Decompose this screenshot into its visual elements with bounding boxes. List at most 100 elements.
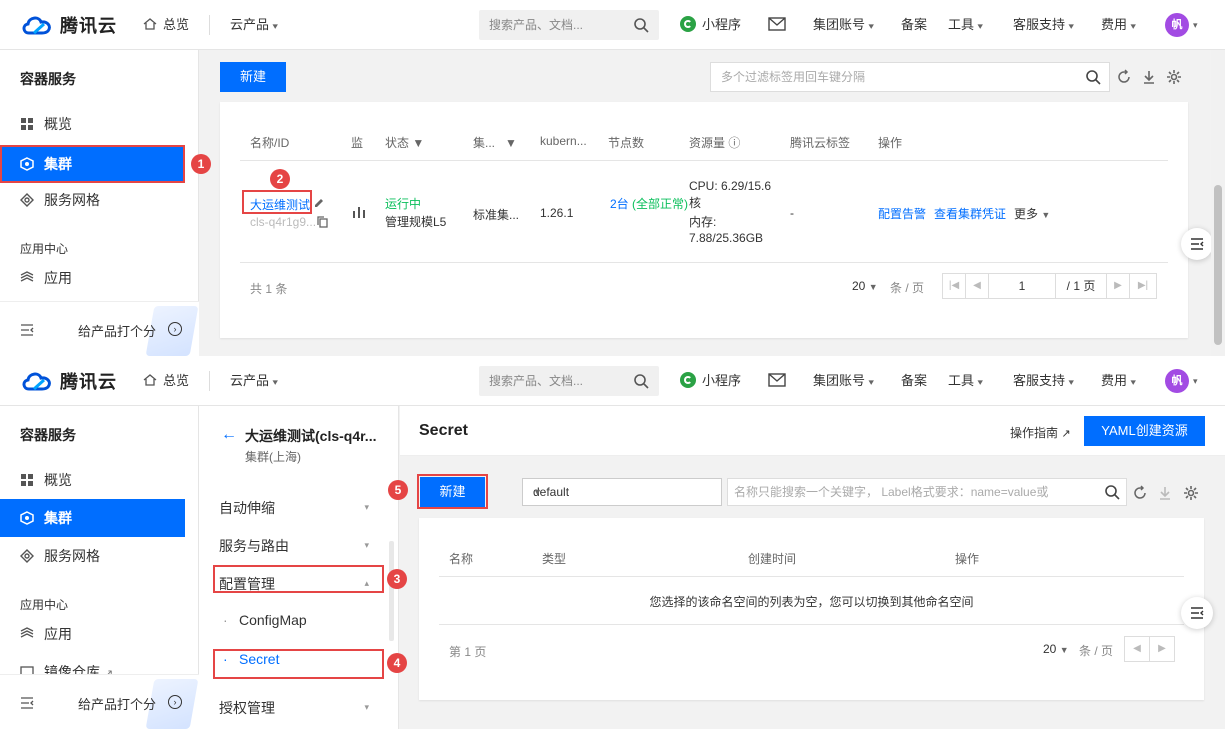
prev-page-button[interactable]: ◀ (965, 273, 989, 299)
nav-group-account[interactable]: 集团账号 ▾ (813, 0, 874, 50)
monitor-chart-icon[interactable] (352, 206, 366, 218)
next-page-button[interactable]: ▶ (1106, 273, 1130, 299)
arrow-right-circle-icon[interactable]: › (168, 695, 182, 709)
back-arrow-icon[interactable]: ← (221, 426, 237, 444)
download-icon[interactable] (1141, 69, 1157, 85)
menu-configmap[interactable]: ConfigMap (223, 612, 307, 628)
home-icon (143, 18, 157, 30)
first-page-button[interactable]: |◀ (942, 273, 966, 299)
node-state: (全部正常) (632, 197, 689, 211)
nav-group-account[interactable]: 集团账号 ▾ (813, 356, 874, 406)
nav-home[interactable]: 总览 (143, 0, 189, 50)
sidebar-item-app[interactable]: 应用 (0, 615, 185, 653)
page-scrollbar[interactable] (1211, 50, 1225, 356)
sidebar-item-overview[interactable]: 概览 (0, 105, 185, 143)
sidebar-item-label: 集群 (44, 156, 72, 172)
col-actions: 操作 (878, 136, 903, 150)
search-icon[interactable] (633, 17, 649, 33)
rate-product-link[interactable]: 给产品打个分 (78, 321, 156, 340)
filter-icon[interactable]: ▼ (412, 136, 424, 150)
grid-icon (21, 118, 33, 130)
config-alarm-link[interactable]: 配置告警 (878, 205, 926, 222)
yaml-create-button[interactable]: YAML创建资源 (1084, 416, 1205, 446)
page-size-select[interactable]: 20 ▼ (1043, 642, 1069, 656)
col-cluster-type[interactable]: 集... ▼ (473, 134, 517, 151)
nav-tools[interactable]: 工具 ▾ (948, 356, 983, 406)
view-credential-link[interactable]: 查看集群凭证 (934, 205, 1006, 222)
floating-menu-button[interactable] (1181, 228, 1213, 260)
nav-record[interactable]: 备案 (901, 356, 927, 406)
floating-menu-button[interactable] (1181, 597, 1213, 629)
cluster-id: cls-q4r1g9... (250, 215, 317, 229)
col-status[interactable]: 状态 ▼ (385, 134, 424, 151)
nav-products[interactable]: 云产品 ▾ (230, 356, 278, 406)
menu-autoscale[interactable]: 自动伸缩 ▾ (219, 498, 369, 518)
namespace-select[interactable]: default ▼ (522, 478, 722, 506)
info-icon[interactable]: ⓘ (728, 136, 740, 150)
nav-support[interactable]: 客服支持 ▾ (1013, 0, 1074, 50)
collapse-sidebar-icon[interactable] (20, 697, 34, 709)
nav-mini-program[interactable]: 小程序 (680, 0, 741, 50)
nav-fee[interactable]: 费用 ▾ (1101, 0, 1136, 50)
create-cluster-button[interactable]: 新建 (220, 62, 286, 92)
sidebar-item-cluster[interactable]: 集群 (0, 499, 185, 537)
copy-icon[interactable] (317, 216, 328, 228)
cluster-detail-region: 集群(上海) (245, 450, 301, 464)
nav-mail[interactable] (768, 356, 786, 406)
nav-fee[interactable]: 费用 ▾ (1101, 356, 1136, 406)
settings-icon[interactable] (1183, 485, 1199, 501)
global-search[interactable]: 搜索产品、文档... (479, 10, 659, 40)
rate-product-link[interactable]: 给产品打个分 (78, 694, 156, 713)
more-actions-label: 更多 (1014, 207, 1039, 221)
cluster-nodes[interactable]: 2台 (全部正常) (610, 195, 688, 212)
nav-mail[interactable] (768, 0, 786, 50)
guide-link[interactable]: 操作指南 ↗ (1010, 424, 1071, 441)
refresh-icon[interactable] (1132, 485, 1148, 501)
search-icon[interactable] (1104, 484, 1120, 500)
edit-icon[interactable] (313, 197, 325, 209)
page-size-select[interactable]: 20 ▼ (852, 279, 878, 293)
chevron-down-icon: ▾ (1068, 21, 1074, 31)
menu-label: 自动伸缩 (219, 500, 275, 516)
nav-products[interactable]: 云产品 ▾ (230, 0, 278, 50)
sidebar-item-overview[interactable]: 概览 (0, 461, 185, 499)
chevron-down-icon[interactable]: ▾ (1193, 0, 1198, 50)
nav-record[interactable]: 备案 (901, 0, 927, 50)
sidebar-item-app[interactable]: 应用 (0, 259, 185, 297)
menu-service-route[interactable]: 服务与路由 ▾ (219, 536, 369, 556)
tencent-cloud-logo[interactable]: 腾讯云 (20, 368, 117, 394)
prev-page-button[interactable]: ◀ (1124, 636, 1150, 662)
node-count[interactable]: 2台 (610, 197, 629, 211)
menu-scrollbar[interactable] (389, 541, 394, 641)
cluster-filter-input[interactable]: 多个过滤标签用回车键分隔 (710, 62, 1110, 92)
more-actions[interactable]: 更多 ▼ (1014, 205, 1050, 222)
download-icon[interactable] (1157, 485, 1173, 501)
sidebar-item-cluster[interactable]: 集群 (0, 145, 185, 183)
collapse-sidebar-icon[interactable] (20, 324, 34, 336)
sidebar-item-mesh[interactable]: 服务网格 (0, 181, 185, 219)
scrollbar-thumb[interactable] (1214, 185, 1222, 345)
nav-tools[interactable]: 工具 ▾ (948, 0, 983, 50)
last-page-button[interactable]: ▶| (1129, 273, 1157, 299)
menu-auth-mgmt[interactable]: 授权管理 ▾ (219, 698, 369, 718)
secret-filter-input[interactable]: 名称只能搜索一个关键字， Label格式要求：name=value或 (727, 478, 1127, 506)
avatar[interactable]: 帆 (1165, 13, 1189, 37)
settings-icon[interactable] (1166, 69, 1182, 85)
page-number-input[interactable]: 1 (988, 273, 1056, 299)
next-page-button[interactable]: ▶ (1149, 636, 1175, 662)
search-icon[interactable] (633, 373, 649, 389)
nav-support[interactable]: 客服支持 ▾ (1013, 356, 1074, 406)
refresh-icon[interactable] (1116, 69, 1132, 85)
filter-icon[interactable]: ▼ (505, 136, 517, 150)
cloud-logo-icon (22, 372, 51, 391)
sidebar-item-image-repo[interactable]: 镜像仓库 ↗ (0, 653, 185, 675)
chevron-down-icon[interactable]: ▾ (1193, 356, 1198, 406)
arrow-right-circle-icon[interactable]: › (168, 322, 182, 336)
global-search[interactable]: 搜索产品、文档... (479, 366, 659, 396)
nav-home[interactable]: 总览 (143, 356, 189, 406)
tencent-cloud-logo[interactable]: 腾讯云 (20, 12, 117, 38)
avatar[interactable]: 帆 (1165, 369, 1189, 393)
nav-mini-program[interactable]: 小程序 (680, 356, 741, 406)
sidebar-item-mesh[interactable]: 服务网格 (0, 537, 185, 575)
search-icon[interactable] (1085, 69, 1101, 85)
